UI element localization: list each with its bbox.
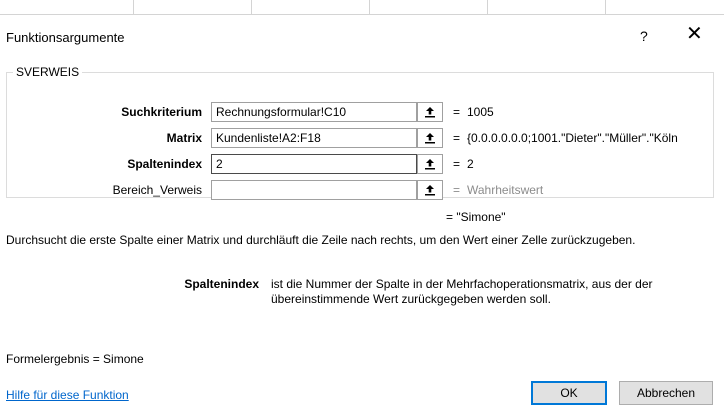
worksheet-grid-strip [0, 0, 724, 15]
function-name: SVERWEIS [16, 65, 80, 79]
grid-line [487, 0, 488, 14]
collapse-dialog-arrow-icon [425, 133, 435, 144]
parameter-help-text: ist die Nummer der Spalte in der Mehrfac… [271, 277, 653, 306]
argument-row-suchkriterium: Suchkriterium = 1005 [7, 102, 707, 124]
argument-label: Suchkriterium [121, 105, 202, 119]
argument-label: Bereich_Verweis [112, 183, 202, 197]
function-result-preview: = "Simone" [446, 210, 506, 224]
collapse-dialog-button[interactable] [417, 180, 443, 200]
argument-result: {0.0.0.0.0.0;1001."Dieter"."Müller"."Köl… [467, 131, 678, 145]
equals-sign: = [453, 157, 461, 171]
grid-line [369, 0, 370, 14]
grid-line [133, 0, 134, 14]
close-button[interactable]: ✕ [686, 24, 703, 44]
argument-input-suchkriterium[interactable] [211, 102, 417, 122]
argument-input-bereich-verweis[interactable] [211, 180, 417, 200]
collapse-dialog-arrow-icon [425, 185, 435, 196]
argument-label: Matrix [166, 131, 202, 145]
help-button[interactable]: ? [640, 28, 648, 44]
collapse-dialog-arrow-icon [425, 107, 435, 118]
grid-line [605, 0, 606, 14]
formula-result: Formelergebnis = Simone [6, 352, 144, 366]
argument-result: Wahrheitswert [467, 183, 544, 197]
ok-button[interactable]: OK [531, 381, 607, 405]
parameter-help-name: Spaltenindex [184, 277, 259, 291]
argument-label: Spaltenindex [127, 157, 202, 171]
grid-line [251, 0, 252, 14]
collapse-dialog-button[interactable] [417, 128, 443, 148]
function-description: Durchsucht die erste Spalte einer Matrix… [6, 233, 636, 247]
collapse-dialog-button[interactable] [417, 154, 443, 174]
dialog-titlebar[interactable]: Funktionsargumente ? ✕ [0, 15, 724, 59]
equals-sign: = [453, 131, 461, 145]
argument-row-spaltenindex: Spaltenindex = 2 [7, 154, 707, 176]
help-for-function-link[interactable]: Hilfe für diese Funktion [6, 388, 129, 402]
equals-sign: = [453, 105, 461, 119]
cancel-button[interactable]: Abbrechen [619, 381, 713, 405]
argument-row-matrix: Matrix = {0.0.0.0.0.0;1001."Dieter"."Mül… [7, 128, 707, 150]
argument-input-spaltenindex[interactable] [211, 154, 417, 174]
dialog-title: Funktionsargumente [6, 30, 125, 45]
argument-input-matrix[interactable] [211, 128, 417, 148]
function-arguments-dialog: Funktionsargumente ? ✕ SVERWEIS Suchkrit… [0, 15, 724, 412]
collapse-dialog-button[interactable] [417, 102, 443, 122]
argument-result: 1005 [467, 105, 494, 119]
collapse-dialog-arrow-icon [425, 159, 435, 170]
argument-result: 2 [467, 157, 474, 171]
argument-row-bereich-verweis: Bereich_Verweis = Wahrheitswert [7, 180, 707, 202]
function-arguments-group: SVERWEIS Suchkriterium = 1005 Matrix [6, 65, 714, 200]
equals-sign: = [453, 183, 461, 197]
